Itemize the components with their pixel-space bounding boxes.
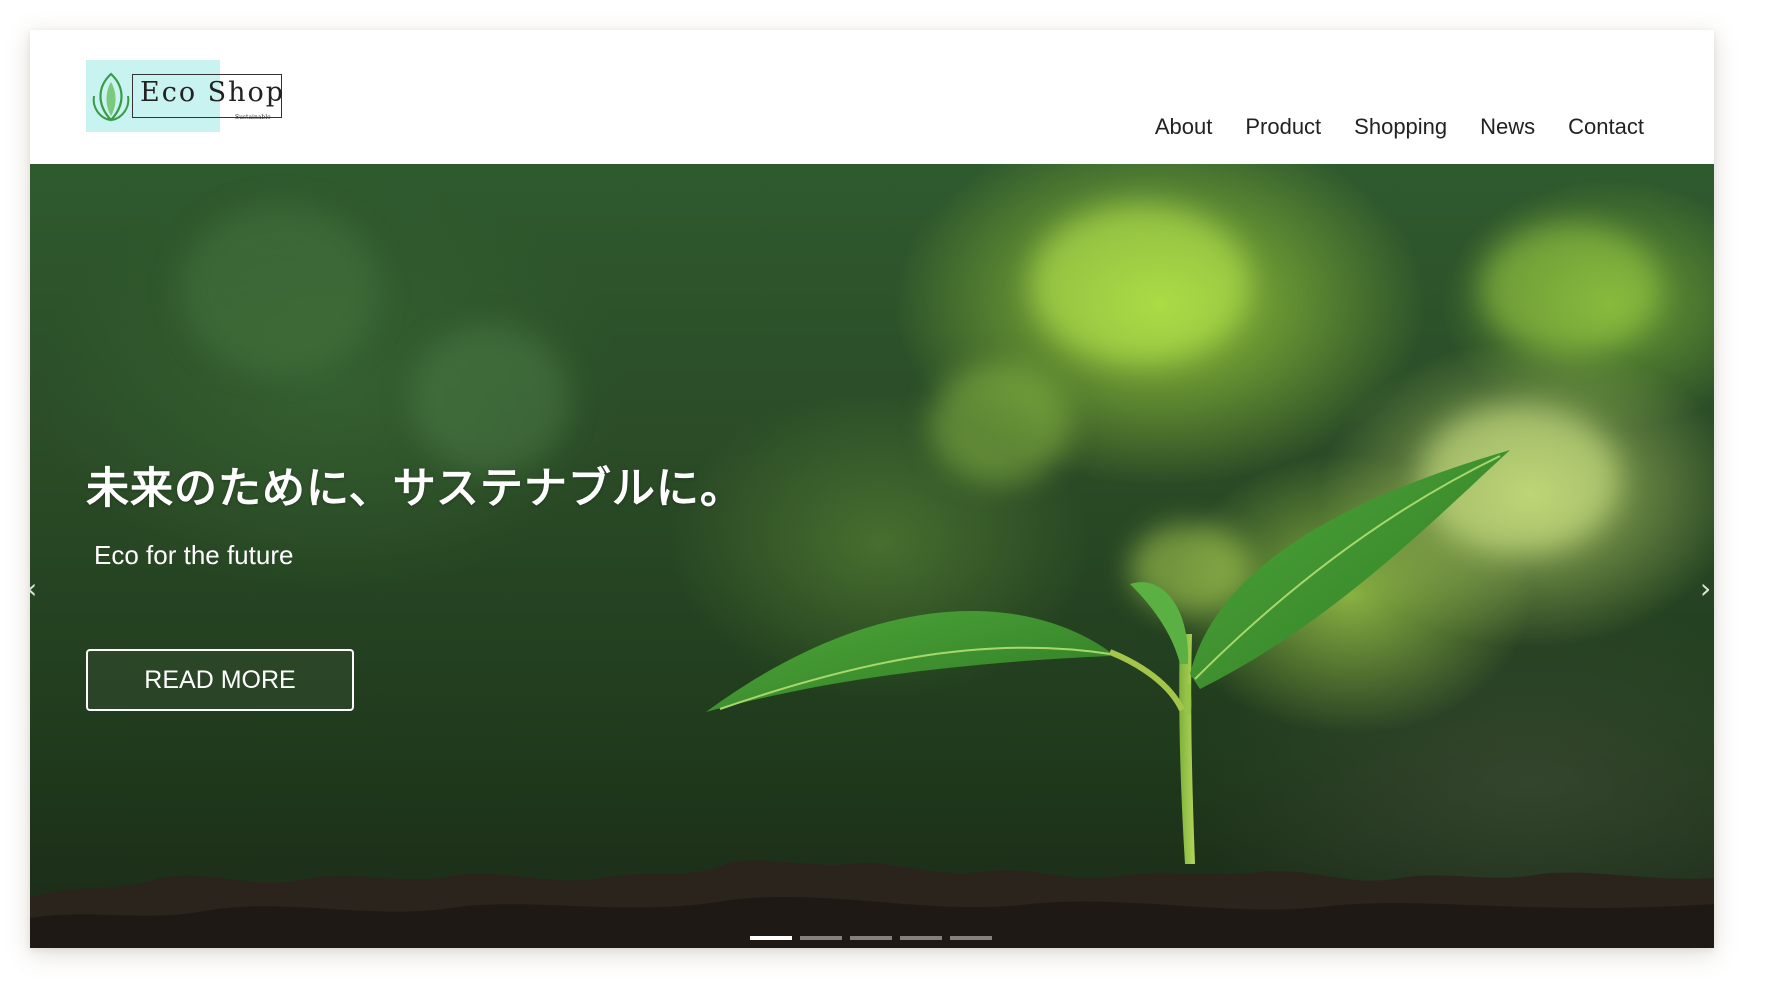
slider-pagination [750, 936, 992, 940]
logo-name: Eco Shop [140, 77, 286, 108]
nav-item-product[interactable]: Product [1245, 114, 1321, 140]
logo-tagline: Sustainable [235, 114, 271, 121]
nav-item-about[interactable]: About [1155, 114, 1213, 140]
slider-dot[interactable] [850, 936, 892, 940]
slider-dot[interactable] [800, 936, 842, 940]
leaf-icon [92, 72, 130, 122]
site-header: Eco Shop Sustainable About Product Shopp… [30, 30, 1714, 164]
chevron-right-icon[interactable]: › [1700, 574, 1714, 604]
main-nav: About Product Shopping News Contact [1155, 114, 1644, 140]
chevron-left-icon[interactable]: ‹ [30, 574, 44, 604]
nav-item-shopping[interactable]: Shopping [1354, 114, 1447, 140]
hero-subline: Eco for the future [94, 540, 294, 570]
nav-item-news[interactable]: News [1480, 114, 1535, 140]
page-frame: Eco Shop Sustainable About Product Shopp… [30, 30, 1714, 948]
slider-dot[interactable] [950, 936, 992, 940]
nav-item-contact[interactable]: Contact [1568, 114, 1644, 140]
soil-ground [30, 860, 1714, 948]
hero-headline: 未来のために、サステナブルに。 [86, 464, 744, 514]
slider-dot[interactable] [900, 936, 942, 940]
hero-slider: 未来のために、サステナブルに。 Eco for the future READ … [30, 164, 1714, 948]
read-more-button[interactable]: READ MORE [86, 649, 354, 711]
slider-dot[interactable] [750, 936, 792, 940]
